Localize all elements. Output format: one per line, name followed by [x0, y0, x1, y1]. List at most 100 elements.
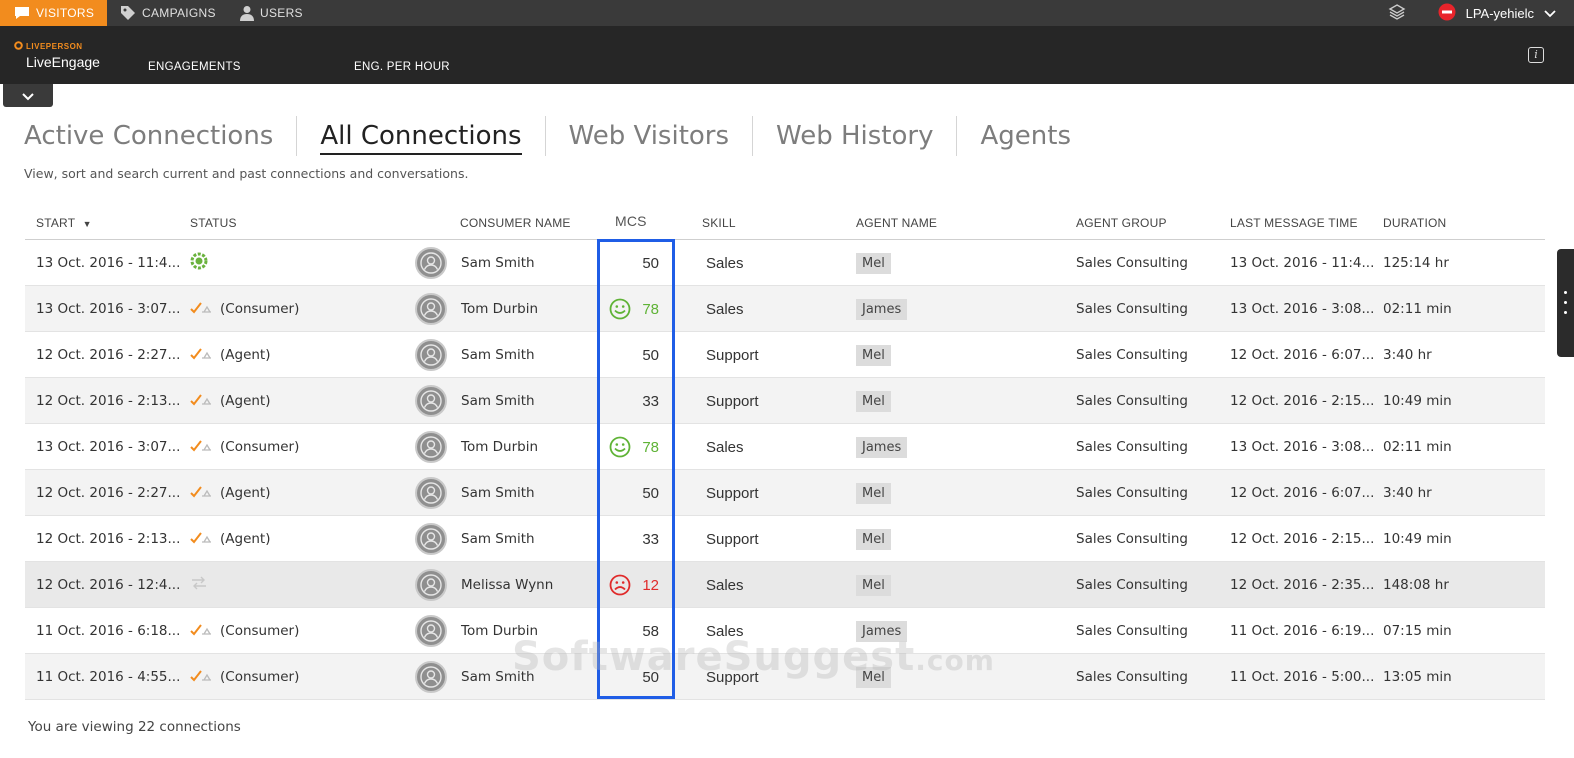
- start-time: 13 Oct. 2016 - 3:07...: [36, 301, 181, 317]
- connections-table: START ▼ STATUS CONSUMER NAME MCS SKILL A…: [25, 204, 1545, 700]
- user-menu[interactable]: LPA-yehielc: [1388, 0, 1556, 26]
- status-text: (Agent): [220, 485, 271, 501]
- status-cell: (Agent): [190, 470, 271, 516]
- table-row[interactable]: 12 Oct. 2016 - 2:27... (Agent) Sam Smith 50…: [25, 332, 1545, 378]
- status-text: (Consumer): [220, 301, 300, 317]
- col-start[interactable]: START ▼: [36, 216, 92, 230]
- tab-agents[interactable]: Agents: [957, 116, 1094, 156]
- duration: 13:05 min: [1383, 669, 1452, 685]
- duration: 02:11 min: [1383, 439, 1452, 455]
- table-row[interactable]: 12 Oct. 2016 - 2:13... (Agent) Sam Smith 33…: [25, 516, 1545, 562]
- col-duration[interactable]: DURATION: [1383, 216, 1446, 230]
- avatar-icon: [415, 385, 447, 417]
- table-row[interactable]: 12 Oct. 2016 - 2:13... (Agent) Sam Smith 33…: [25, 378, 1545, 424]
- ended-icon: [190, 622, 212, 640]
- agent-group: Sales Consulting: [1076, 623, 1188, 639]
- tab-campaigns[interactable]: CAMPAIGNS: [120, 0, 216, 26]
- col-last-message-time[interactable]: LAST MESSAGE TIME: [1230, 216, 1358, 230]
- chevron-down-icon: [1544, 6, 1556, 21]
- tab-label: All Connections: [320, 121, 522, 155]
- consumer-name[interactable]: Sam Smith: [461, 332, 535, 378]
- nav-engagements[interactable]: ENGAGEMENTS: [148, 61, 241, 73]
- col-agent-name[interactable]: AGENT NAME: [856, 216, 937, 230]
- avatar: [415, 470, 447, 516]
- table-row[interactable]: 13 Oct. 2016 - 11:4... Sam Smith 50 Sales Me…: [25, 240, 1545, 286]
- agent-group: Sales Consulting: [1076, 393, 1188, 409]
- agent-name-tag[interactable]: Mel: [856, 528, 891, 550]
- tab-visitors[interactable]: VISITORS: [0, 0, 107, 26]
- consumer-name[interactable]: Sam Smith: [461, 378, 535, 424]
- status-text: (Consumer): [220, 623, 300, 639]
- tab-label: Active Connections: [24, 121, 274, 151]
- tab-active-connections[interactable]: Active Connections: [24, 116, 298, 156]
- agent-group: Sales Consulting: [1076, 485, 1188, 501]
- collapse-header-button[interactable]: [3, 84, 53, 107]
- smile-icon: [609, 286, 631, 332]
- status-text: (Agent): [220, 347, 271, 363]
- consumer-name[interactable]: Sam Smith: [461, 240, 535, 286]
- last-message-time: 13 Oct. 2016 - 3:08...: [1230, 439, 1375, 455]
- last-message-time: 11 Oct. 2016 - 5:00...: [1230, 669, 1375, 685]
- info-icon[interactable]: i: [1528, 47, 1544, 63]
- skill: Sales: [706, 438, 744, 456]
- ended-icon: [190, 438, 212, 456]
- avatar: [415, 516, 447, 562]
- tab-users-label: USERS: [260, 6, 303, 20]
- agent-group: Sales Consulting: [1076, 439, 1188, 455]
- watermark-suffix: .com: [915, 644, 995, 677]
- consumer-name[interactable]: Sam Smith: [461, 470, 535, 516]
- agent-name-tag[interactable]: James: [856, 436, 908, 458]
- ended-icon: [190, 346, 212, 364]
- agent-name-tag[interactable]: James: [856, 298, 908, 320]
- tab-web-visitors[interactable]: Web Visitors: [546, 116, 754, 156]
- col-agent-group[interactable]: AGENT GROUP: [1076, 216, 1167, 230]
- col-mcs[interactable]: MCS: [615, 213, 647, 229]
- agent-group: Sales Consulting: [1076, 301, 1188, 317]
- avatar: [415, 286, 447, 332]
- status-text: (Agent): [220, 531, 271, 547]
- table-row[interactable]: 13 Oct. 2016 - 3:07... (Consumer) Tom Durb…: [25, 424, 1545, 470]
- side-panel-handle[interactable]: [1557, 249, 1574, 357]
- table-row[interactable]: 12 Oct. 2016 - 2:27... (Agent) Sam Smith 50…: [25, 470, 1545, 516]
- skill: Support: [706, 392, 759, 410]
- table-row[interactable]: 13 Oct. 2016 - 3:07... (Consumer) Tom Durb…: [25, 286, 1545, 332]
- agent-name-tag[interactable]: Mel: [856, 344, 891, 366]
- layers-icon[interactable]: [1388, 3, 1406, 24]
- tab-users[interactable]: USERS: [240, 0, 303, 26]
- agent-name-tag[interactable]: Mel: [856, 482, 891, 504]
- tab-label: Web Visitors: [568, 121, 730, 151]
- duration: 125:14 hr: [1383, 255, 1449, 271]
- avatar: [415, 562, 447, 608]
- duration: 3:40 hr: [1383, 485, 1432, 501]
- mcs-score: 50: [642, 254, 659, 272]
- agent-group: Sales Consulting: [1076, 255, 1188, 271]
- table-row[interactable]: 12 Oct. 2016 - 12:4... Melissa Wynn 12 Sale…: [25, 562, 1545, 608]
- consumer-name[interactable]: Sam Smith: [461, 516, 535, 562]
- tab-label: Web History: [776, 121, 934, 151]
- agent-name-tag[interactable]: Mel: [856, 252, 891, 274]
- top-bar: VISITORS CAMPAIGNS USERS LPA-yehielc: [0, 0, 1574, 26]
- tab-all-connections[interactable]: All Connections: [297, 116, 546, 156]
- col-status[interactable]: STATUS: [190, 216, 237, 230]
- skill: Support: [706, 530, 759, 548]
- skill: Sales: [706, 254, 744, 272]
- nav-eng-per-hour[interactable]: ENG. PER HOUR: [354, 61, 450, 73]
- agent-name-tag[interactable]: Mel: [856, 574, 891, 596]
- last-message-time: 12 Oct. 2016 - 6:07...: [1230, 347, 1375, 363]
- consumer-name[interactable]: Melissa Wynn: [461, 562, 553, 608]
- tab-web-history[interactable]: Web History: [753, 116, 958, 156]
- tag-icon: [120, 5, 136, 21]
- avatar-icon: [415, 339, 447, 371]
- col-skill[interactable]: SKILL: [702, 216, 736, 230]
- consumer-name[interactable]: Tom Durbin: [461, 286, 538, 332]
- last-message-time: 13 Oct. 2016 - 11:4...: [1230, 255, 1375, 271]
- liveengage-logo: LIVEPERSON LiveEngage: [14, 41, 100, 70]
- user-icon: [240, 5, 254, 21]
- agent-name-tag[interactable]: Mel: [856, 390, 891, 412]
- col-consumer-name[interactable]: CONSUMER NAME: [460, 216, 571, 230]
- chat-icon: [14, 6, 30, 20]
- consumer-name[interactable]: Tom Durbin: [461, 424, 538, 470]
- tab-visitors-label: VISITORS: [36, 6, 95, 20]
- main-tabs: Active Connections All Connections Web V…: [24, 116, 1094, 156]
- table-header: START ▼ STATUS CONSUMER NAME MCS SKILL A…: [25, 204, 1545, 240]
